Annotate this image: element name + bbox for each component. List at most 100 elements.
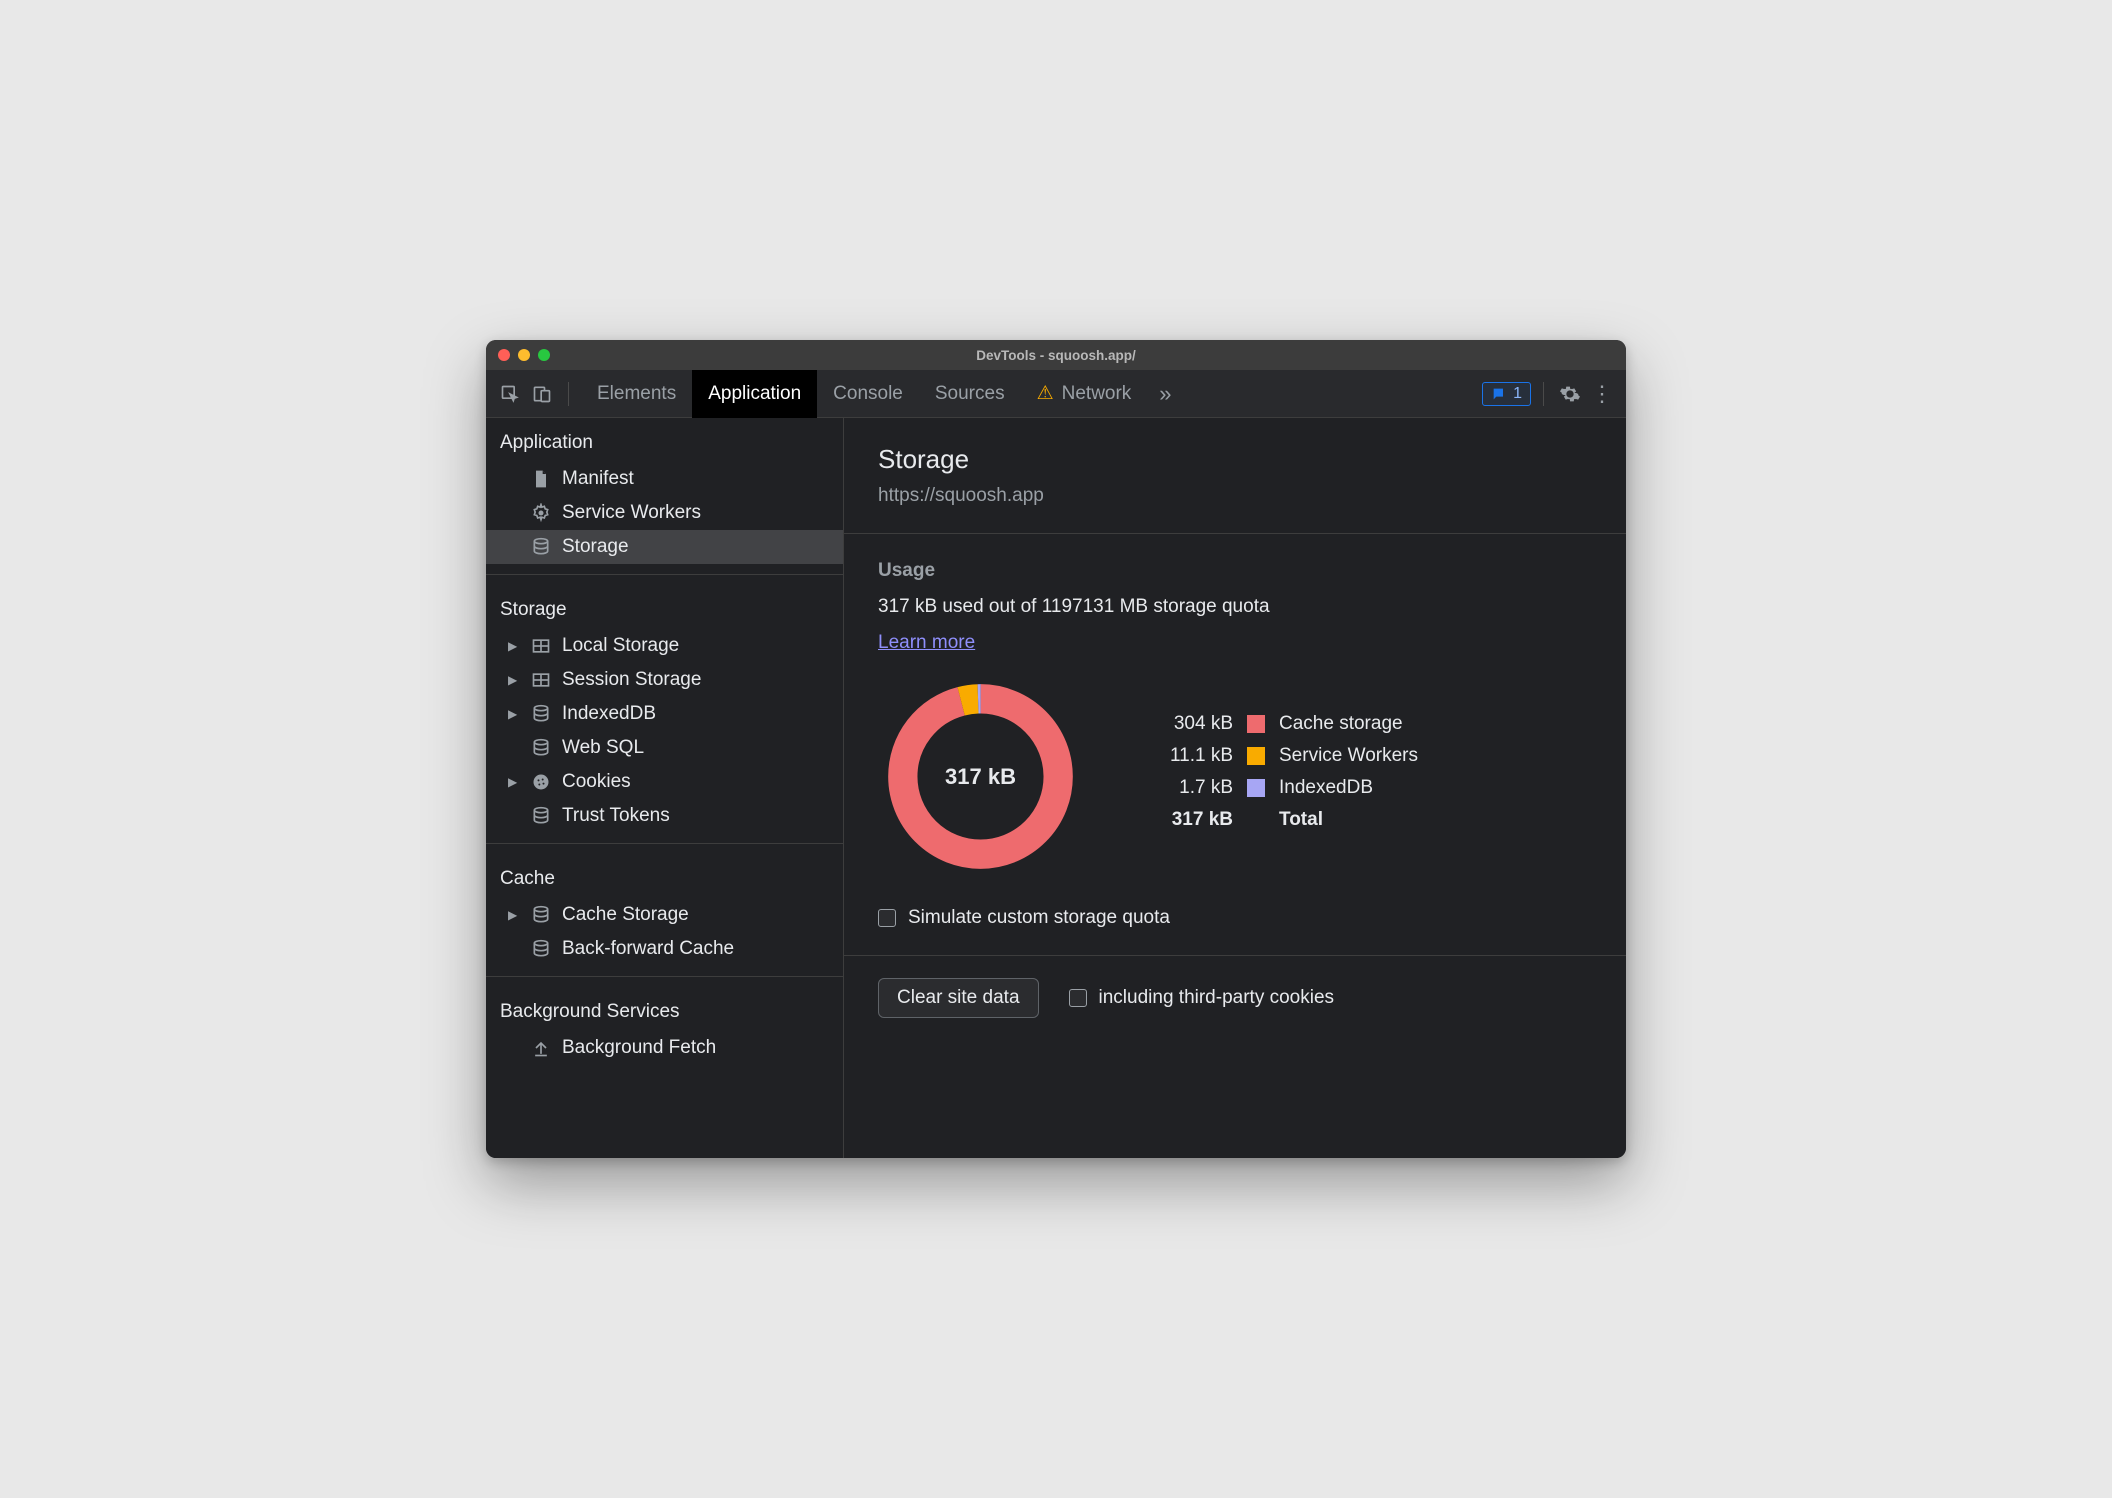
sidebar-item-local-storage[interactable]: ▶ Local Storage xyxy=(486,629,843,663)
tab-label: Elements xyxy=(597,383,676,405)
inspect-element-icon[interactable] xyxy=(496,380,524,408)
tab-sources[interactable]: Sources xyxy=(919,370,1021,418)
sidebar-item-background-fetch[interactable]: Background Fetch xyxy=(486,1031,843,1065)
donut-center-label: 317 kB xyxy=(878,674,1083,879)
legend-row: 1.7 kB IndexedDB xyxy=(1143,777,1418,799)
legend-size: 1.7 kB xyxy=(1143,777,1233,799)
tab-elements[interactable]: Elements xyxy=(581,370,692,418)
table-icon xyxy=(530,669,552,691)
tab-application[interactable]: Application xyxy=(692,370,817,418)
expand-arrow-icon[interactable]: ▶ xyxy=(508,673,520,687)
sidebar-divider xyxy=(486,574,843,575)
table-icon xyxy=(530,635,552,657)
legend-swatch xyxy=(1247,715,1265,733)
sidebar-item-storage[interactable]: Storage xyxy=(486,530,843,564)
sidebar-item-label: Session Storage xyxy=(562,669,701,691)
storage-legend: 304 kB Cache storage 11.1 kB Service Worker… xyxy=(1143,713,1418,841)
legend-label: Cache storage xyxy=(1279,713,1403,735)
storage-donut-chart: 317 kB xyxy=(878,674,1083,879)
sidebar-item-back-forward-cache[interactable]: Back-forward Cache xyxy=(486,932,843,966)
tab-console[interactable]: Console xyxy=(817,370,919,418)
titlebar: DevTools - squoosh.app/ xyxy=(486,340,1626,370)
sidebar-item-label: Background Fetch xyxy=(562,1037,716,1059)
tab-label: Network xyxy=(1062,383,1132,405)
sidebar-item-trust-tokens[interactable]: Trust Tokens xyxy=(486,799,843,833)
usage-summary: 317 kB used out of 1197131 MB storage qu… xyxy=(878,596,1592,618)
learn-more-link[interactable]: Learn more xyxy=(878,632,975,653)
issues-badge[interactable]: 1 xyxy=(1482,382,1531,406)
kebab-menu-icon[interactable]: ⋮ xyxy=(1588,380,1616,408)
toolbar-separator xyxy=(1543,382,1544,406)
db-icon xyxy=(530,938,552,960)
simulate-quota-checkbox[interactable] xyxy=(878,909,896,927)
gear-icon xyxy=(530,502,552,524)
toolbar-separator xyxy=(568,382,569,406)
main-panel: Storage https://squoosh.app Usage 317 kB… xyxy=(844,418,1626,1158)
sidebar-divider xyxy=(486,976,843,977)
legend-total-size: 317 kB xyxy=(1143,809,1233,831)
legend-size: 11.1 kB xyxy=(1143,745,1233,767)
tab-network[interactable]: ⚠ Network xyxy=(1021,370,1148,418)
sidebar-item-label: Trust Tokens xyxy=(562,805,670,827)
sidebar-item-label: Cookies xyxy=(562,771,631,793)
settings-icon[interactable] xyxy=(1556,380,1584,408)
upload-icon xyxy=(530,1037,552,1059)
legend-row: 304 kB Cache storage xyxy=(1143,713,1418,735)
sidebar-item-label: Back-forward Cache xyxy=(562,938,734,960)
legend-total-label: Total xyxy=(1279,809,1323,831)
cookie-icon xyxy=(530,771,552,793)
sidebar-item-indexeddb[interactable]: ▶ IndexedDB xyxy=(486,697,843,731)
expand-arrow-icon[interactable]: ▶ xyxy=(508,707,520,721)
device-toolbar-icon[interactable] xyxy=(528,380,556,408)
legend-label: IndexedDB xyxy=(1279,777,1373,799)
expand-arrow-icon[interactable]: ▶ xyxy=(508,775,520,789)
sidebar-group-title: Storage xyxy=(486,585,843,629)
sidebar-item-cookies[interactable]: ▶ Cookies xyxy=(486,765,843,799)
sidebar-item-label: Service Workers xyxy=(562,502,701,524)
legend-size: 304 kB xyxy=(1143,713,1233,735)
sidebar-group-title: Cache xyxy=(486,854,843,898)
sidebar-item-session-storage[interactable]: ▶ Session Storage xyxy=(486,663,843,697)
db-icon xyxy=(530,904,552,926)
sidebar-item-label: Cache Storage xyxy=(562,904,689,926)
sidebar-item-service-workers[interactable]: Service Workers xyxy=(486,496,843,530)
legend-label: Service Workers xyxy=(1279,745,1418,767)
tab-label: Sources xyxy=(935,383,1005,405)
sidebar-item-cache-storage[interactable]: ▶ Cache Storage xyxy=(486,898,843,932)
issues-count: 1 xyxy=(1513,385,1522,403)
db-icon xyxy=(530,536,552,558)
sidebar-group-title: Background Services xyxy=(486,987,843,1031)
page-title: Storage xyxy=(878,444,1592,475)
sidebar-divider xyxy=(486,843,843,844)
legend-swatch xyxy=(1247,747,1265,765)
third-party-cookies-checkbox[interactable] xyxy=(1069,989,1087,1007)
legend-row: 11.1 kB Service Workers xyxy=(1143,745,1418,767)
legend-swatch xyxy=(1247,779,1265,797)
third-party-cookies-label: including third-party cookies xyxy=(1099,987,1335,1009)
window-title: DevTools - squoosh.app/ xyxy=(486,348,1626,363)
sidebar-item-label: IndexedDB xyxy=(562,703,656,725)
sidebar-item-label: Manifest xyxy=(562,468,634,490)
application-sidebar: Application Manifest Service Workers Storag… xyxy=(486,418,844,1158)
devtools-window: DevTools - squoosh.app/ Elements Applicat… xyxy=(486,340,1626,1158)
db-icon xyxy=(530,805,552,827)
expand-arrow-icon[interactable]: ▶ xyxy=(508,639,520,653)
origin-url: https://squoosh.app xyxy=(878,485,1592,507)
sidebar-item-web-sql[interactable]: Web SQL xyxy=(486,731,843,765)
warning-icon: ⚠ xyxy=(1037,382,1054,405)
sidebar-item-manifest[interactable]: Manifest xyxy=(486,462,843,496)
sidebar-item-label: Web SQL xyxy=(562,737,644,759)
sidebar-item-label: Storage xyxy=(562,536,629,558)
document-icon xyxy=(530,468,552,490)
db-icon xyxy=(530,737,552,759)
simulate-quota-label: Simulate custom storage quota xyxy=(908,907,1170,929)
clear-site-data-button[interactable]: Clear site data xyxy=(878,978,1039,1018)
tab-label: Application xyxy=(708,383,801,405)
expand-arrow-icon[interactable]: ▶ xyxy=(508,908,520,922)
more-tabs-icon[interactable]: » xyxy=(1151,380,1179,408)
db-icon xyxy=(530,703,552,725)
devtools-toolbar: Elements Application Console Sources ⚠ Networ… xyxy=(486,370,1626,418)
sidebar-group-title: Application xyxy=(486,418,843,462)
tab-label: Console xyxy=(833,383,903,405)
sidebar-item-label: Local Storage xyxy=(562,635,679,657)
